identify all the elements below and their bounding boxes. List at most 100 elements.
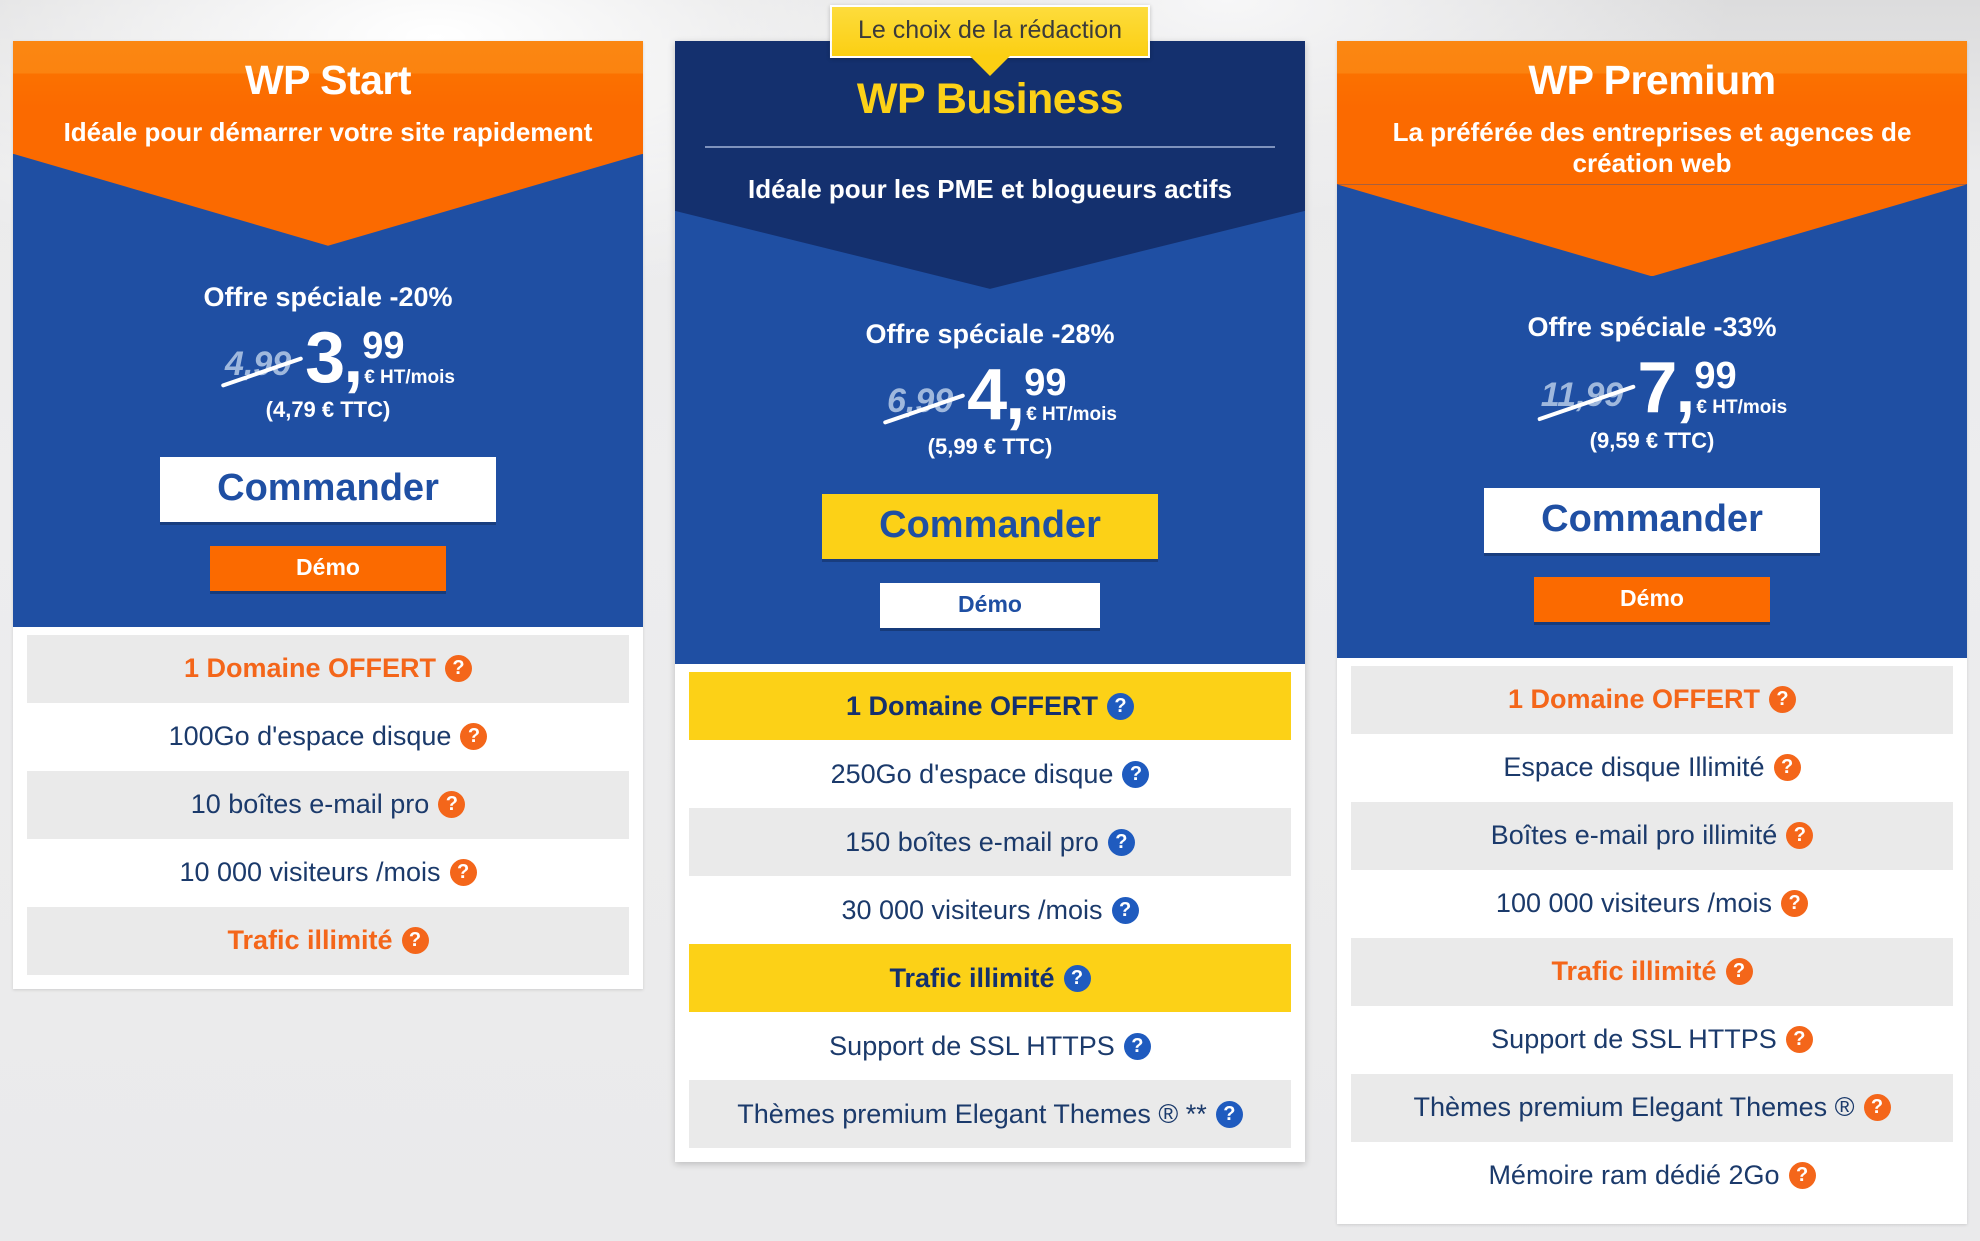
card-header-wp-premium: WP Premium La préférée des entreprises et… [1337,41,1967,658]
feature-row: 1 Domaine OFFERT? [1351,665,1953,734]
price-row: 11,99 7, 99 € HT/mois [1337,348,1967,429]
price-ttc: (4,79 € TTC) [265,396,391,422]
price-fraction-group: 99 € HT/mois [1023,361,1118,425]
pricing-cards-container: WP Start Idéale pour démarrer votre site … [0,0,1980,1241]
price-row: 6,99 4, 99 € HT/mois [675,354,1305,435]
help-icon[interactable]: ? [1123,1032,1151,1060]
card-header-sub: Idéale pour démarrer votre site rapideme… [13,108,643,154]
feature-label: Trafic illimité [1551,956,1717,987]
feature-row: 10 boîtes e-mail pro? [27,770,629,839]
help-icon[interactable]: ? [1111,896,1139,924]
feature-label: Support de SSL HTTPS [1491,1024,1777,1055]
help-icon[interactable]: ? [1769,686,1797,714]
price-cents: 99 [1694,355,1737,398]
feature-label: 10 000 visiteurs /mois [179,857,441,888]
plan-title: WP Business [856,75,1124,123]
card-header-sub: Idéale pour les PME et blogueurs actifs [675,148,1305,211]
help-icon[interactable]: ? [1786,822,1814,850]
feature-label: Boîtes e-mail pro illimité [1490,820,1778,851]
price-fraction-group: 99 € HT/mois [1693,355,1788,419]
demo-button-wp-start[interactable]: Démo [210,545,446,591]
feature-row: 250Go d'espace disque? [689,740,1291,809]
order-button-wp-start[interactable]: Commander [160,456,496,522]
feature-label: 250Go d'espace disque [830,758,1114,789]
help-icon[interactable]: ? [1215,1100,1243,1128]
current-price: 3, 99 € HT/mois [305,317,456,398]
price-row: 4,99 3, 99 € HT/mois [13,317,643,398]
feature-row: Boîtes e-mail pro illimité? [1351,801,1953,870]
help-icon[interactable]: ? [1773,754,1801,782]
help-icon[interactable]: ? [1788,1162,1816,1190]
price-cents: 99 [1024,361,1067,404]
card-header-top: WP Start [13,41,643,109]
pricing-page: WP Start Idéale pour démarrer votre site … [0,0,1980,1241]
help-icon[interactable]: ? [1725,958,1753,986]
plan-tagline: Idéale pour les PME et blogueurs actifs [747,174,1232,205]
feature-row: 100Go d'espace disque? [27,702,629,771]
feature-row: Mémoire ram dédié 2Go? [1351,1141,1953,1210]
feature-row: Support de SSL HTTPS? [1351,1005,1953,1074]
header-bottom-spacer [13,591,643,627]
special-offer-label: Offre spéciale -28% [865,318,1115,349]
feature-list-wp-business: 1 Domaine OFFERT? 250Go d'espace disque? 1… [675,664,1305,1163]
price-fraction-group: 99 € HT/mois [361,324,456,388]
price-integer: 4, [967,354,1025,435]
feature-label: Espace disque Illimité [1503,752,1765,783]
feature-list-wp-start: 1 Domaine OFFERT? 100Go d'espace disque? 1… [13,626,643,989]
feature-list-wp-premium: 1 Domaine OFFERT? Espace disque Illimité?… [1337,657,1967,1224]
card-header-top: WP Premium [1337,41,1967,109]
help-icon[interactable]: ? [1122,760,1150,788]
feature-row: Support de SSL HTTPS? [689,1012,1291,1081]
feature-row: 1 Domaine OFFERT? [689,672,1291,741]
feature-row: Thèmes premium Elegant Themes ® **? [689,1080,1291,1149]
plan-title: WP Premium [1528,57,1776,103]
feature-label: 100 000 visiteurs /mois [1495,888,1773,919]
feature-label: 1 Domaine OFFERT [1507,684,1761,715]
card-header-sub: La préférée des entreprises et agences d… [1337,108,1967,185]
current-price: 4, 99 € HT/mois [967,354,1118,435]
feature-row: Espace disque Illimité? [1351,733,1953,802]
feature-row: 30 000 visiteurs /mois? [689,876,1291,945]
help-icon[interactable]: ? [1785,1026,1813,1054]
help-icon[interactable]: ? [460,723,488,751]
demo-button-wp-business[interactable]: Démo [880,583,1100,629]
feature-row: 150 boîtes e-mail pro? [689,808,1291,877]
current-price: 7, 99 € HT/mois [1637,348,1788,429]
help-icon[interactable]: ? [401,927,429,955]
price-unit: € HT/mois [364,366,456,388]
feature-label: Thèmes premium Elegant Themes ® [1413,1092,1855,1123]
order-button-wp-business[interactable]: Commander [822,494,1158,560]
price-integer: 3, [305,317,363,398]
price-unit: € HT/mois [1696,397,1788,419]
help-icon[interactable]: ? [1781,890,1809,918]
editors-choice-badge-label: Le choix de la rédaction [857,16,1123,44]
feature-row: 1 Domaine OFFERT? [27,634,629,703]
feature-label: 1 Domaine OFFERT [845,690,1099,721]
card-header-wp-business: WP Business Idéale pour les PME et blogue… [675,41,1305,665]
feature-row: 10 000 visiteurs /mois? [27,838,629,907]
help-icon[interactable]: ? [1107,692,1135,720]
special-offer-label: Offre spéciale -33% [1527,312,1777,343]
help-icon[interactable]: ? [1107,828,1135,856]
feature-row: Thèmes premium Elegant Themes ®? [1351,1073,1953,1142]
order-button-wp-premium[interactable]: Commander [1484,487,1820,553]
pricing-card-wp-business: Le choix de la rédaction WP Business Idéal… [675,5,1305,1163]
feature-label: 150 boîtes e-mail pro [845,826,1099,857]
price-cents: 99 [362,324,405,367]
feature-label: 30 000 visiteurs /mois [841,894,1103,925]
help-icon[interactable]: ? [1863,1094,1891,1122]
price-integer: 7, [1637,348,1695,429]
old-price: 11,99 [1541,378,1628,422]
help-icon[interactable]: ? [445,655,473,683]
demo-button-wp-premium[interactable]: Démo [1534,576,1770,622]
help-icon[interactable]: ? [438,791,466,819]
help-icon[interactable]: ? [449,859,477,887]
editors-choice-badge: Le choix de la rédaction [829,5,1151,76]
price-ttc: (5,99 € TTC) [927,434,1053,460]
header-bottom-spacer [675,628,1305,664]
help-icon[interactable]: ? [1063,964,1091,992]
feature-label: Trafic illimité [227,925,393,956]
old-price: 4,99 [225,347,295,391]
price-unit: € HT/mois [1026,403,1118,425]
feature-row: Trafic illimité? [1351,937,1953,1006]
